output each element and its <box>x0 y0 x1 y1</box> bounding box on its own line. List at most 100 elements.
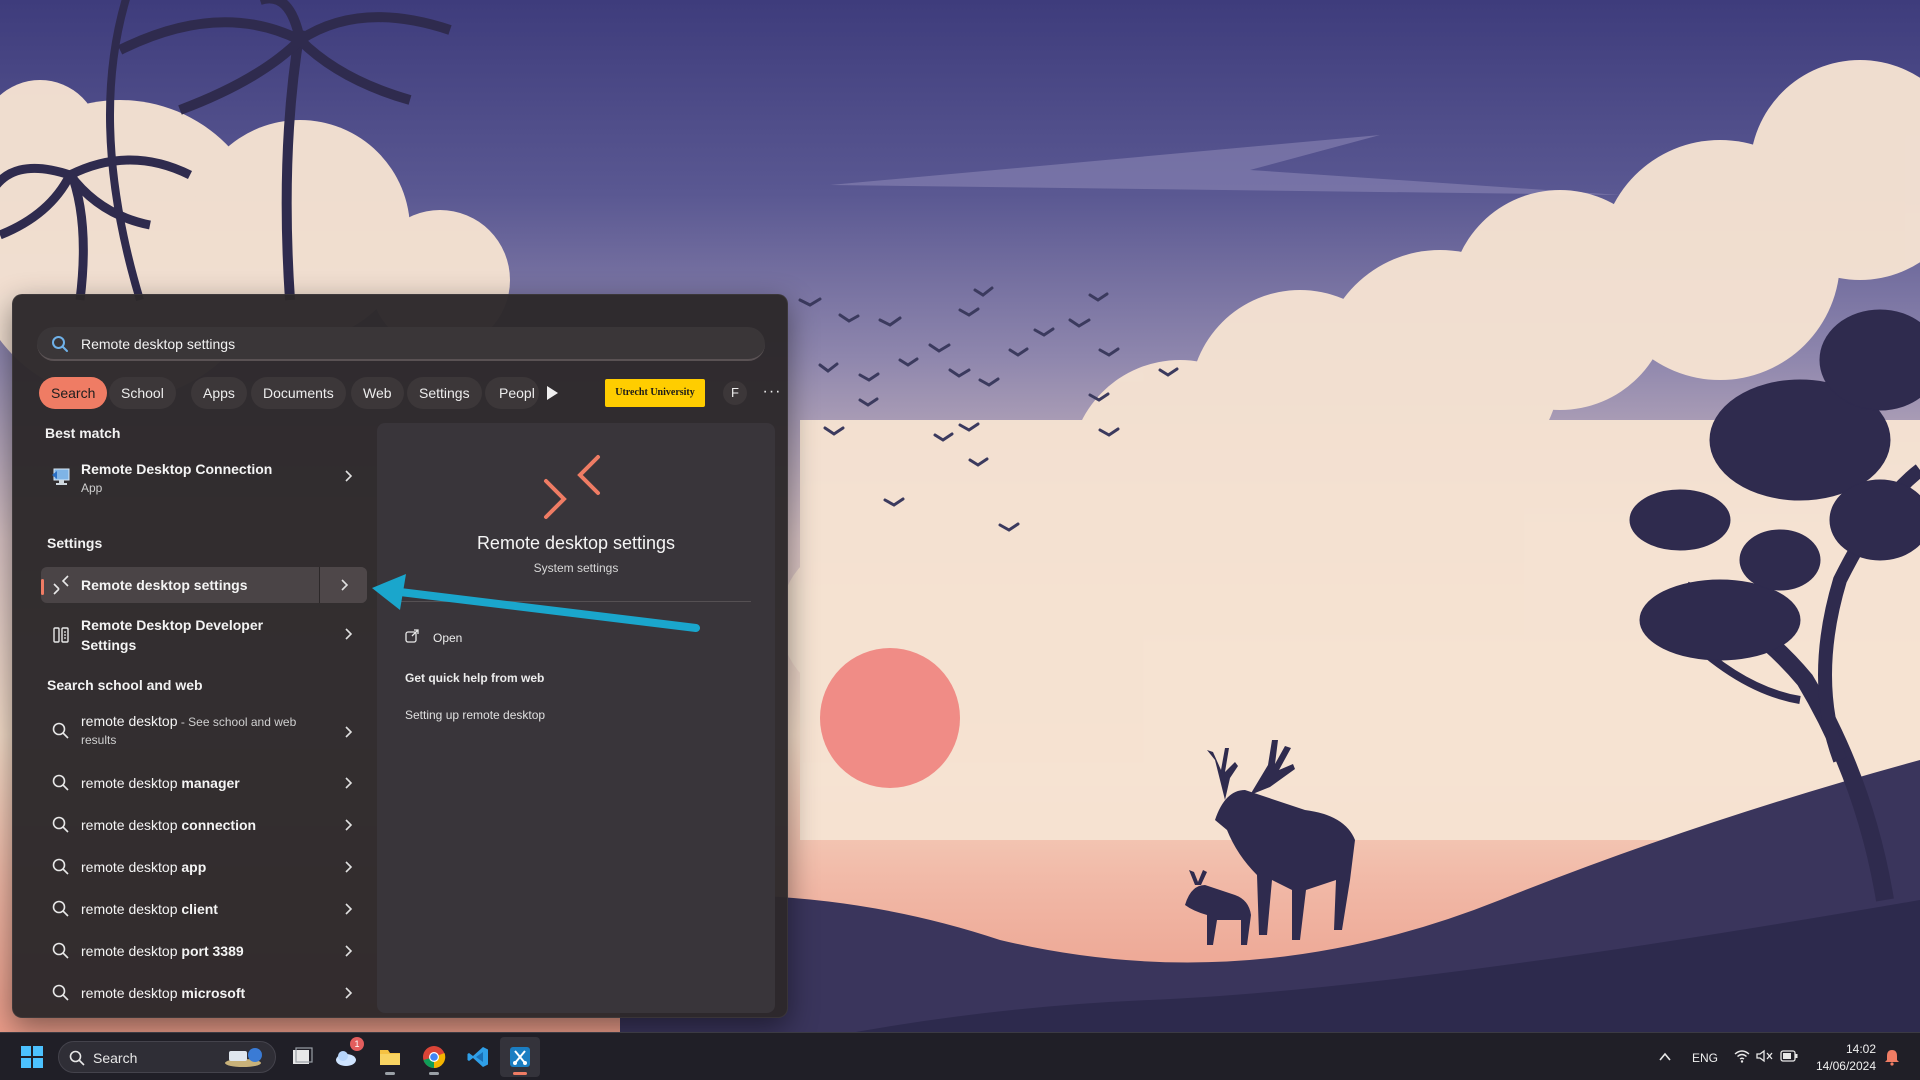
weather-widget-button[interactable]: 1 <box>326 1037 366 1077</box>
notification-bell-icon[interactable] <box>1884 1048 1900 1066</box>
chrome-icon <box>423 1046 446 1069</box>
chrome-button[interactable] <box>414 1037 454 1077</box>
quick-help-heading: Get quick help from web <box>405 671 545 685</box>
web-result-hint: - See school and web <box>177 715 297 729</box>
chip-people[interactable]: Peopl <box>485 377 539 409</box>
suggestion-completion: client <box>181 901 218 917</box>
clock-date[interactable]: 14/06/2024 <box>1812 1059 1876 1073</box>
task-view-button[interactable] <box>282 1037 322 1077</box>
annotation-arrow <box>372 574 700 632</box>
search-icon <box>52 816 69 833</box>
web-suggestion-row[interactable]: remote desktop client <box>41 891 367 927</box>
file-explorer-button[interactable] <box>370 1037 410 1077</box>
chip-search[interactable]: Search <box>39 377 108 409</box>
snipping-tool-button[interactable] <box>500 1037 540 1077</box>
web-suggestion-row[interactable]: remote desktop manager <box>41 765 367 801</box>
clock-time[interactable]: 14:02 <box>1816 1042 1876 1056</box>
chevron-right-icon <box>345 903 353 915</box>
search-box[interactable]: Remote desktop settings <box>37 327 765 361</box>
suggestion-completion: manager <box>181 775 240 791</box>
preview-title: Remote desktop settings <box>476 533 676 553</box>
start-button[interactable] <box>12 1037 52 1077</box>
task-view-icon <box>293 1047 313 1064</box>
search-icon <box>52 858 69 875</box>
start-search-flyout: Remote desktop settings Search School Ap… <box>12 294 788 1018</box>
search-filter-chips: Search School Apps Documents Web Setting… <box>39 377 780 409</box>
web-suggestion-row[interactable]: remote desktop microsoft <box>41 975 367 1011</box>
language-indicator[interactable]: ENG <box>1692 1051 1718 1065</box>
windows-logo-icon <box>21 1046 43 1068</box>
wifi-icon[interactable] <box>1734 1049 1750 1063</box>
web-suggestion-row[interactable]: remote desktop port 3389 <box>41 933 367 969</box>
suggestion-prefix: remote desktop <box>81 943 182 959</box>
chip-documents[interactable]: Documents <box>251 377 346 409</box>
running-indicator <box>513 1072 527 1075</box>
suggestion-prefix: remote desktop <box>81 901 182 917</box>
vscode-button[interactable] <box>458 1037 498 1077</box>
folder-icon <box>380 1050 400 1065</box>
taskbar: Search 1 ENG 14:02 14/06/2024 <box>0 1032 1920 1080</box>
suggestion-prefix: remote desktop <box>81 817 182 833</box>
battery-icon[interactable] <box>1780 1050 1798 1062</box>
result-remote-desktop-developer-settings[interactable]: Remote Desktop Developer Settings <box>41 609 367 659</box>
vscode-icon <box>467 1047 488 1067</box>
search-icon <box>52 900 69 917</box>
account-avatar[interactable]: F <box>723 381 747 405</box>
taskbar-search-label: Search <box>93 1050 138 1066</box>
running-indicator <box>429 1072 439 1075</box>
search-icon <box>52 984 69 1001</box>
remote-desktop-large-icon <box>544 455 600 519</box>
remote-desktop-icon <box>53 575 69 595</box>
web-result-remote-desktop[interactable]: remote desktop - See school and web resu… <box>41 705 367 757</box>
chevron-right-icon <box>341 579 349 591</box>
developer-settings-icon <box>53 627 69 643</box>
help-link-setting-up-remote-desktop[interactable]: Setting up remote desktop <box>405 708 545 722</box>
organization-logo[interactable]: Utrecht University <box>605 379 705 407</box>
search-icon <box>52 336 68 352</box>
chip-web[interactable]: Web <box>351 377 404 409</box>
suggestion-prefix: remote desktop <box>81 985 182 1001</box>
search-icon <box>52 774 69 791</box>
search-icon <box>52 942 69 959</box>
suggestion-prefix: remote desktop <box>81 859 182 875</box>
chevron-right-icon <box>345 987 353 999</box>
suggestion-completion: microsoft <box>181 985 246 1001</box>
volume-muted-icon[interactable] <box>1756 1049 1774 1063</box>
chevron-right-icon <box>345 470 353 482</box>
chevron-right-icon <box>345 861 353 873</box>
more-options-button[interactable]: ··· <box>755 377 789 409</box>
suggestion-completion: app <box>181 859 207 875</box>
running-indicator <box>385 1072 395 1075</box>
chevron-right-icon <box>345 726 353 738</box>
result-remote-desktop-settings[interactable]: Remote desktop settings <box>41 567 367 603</box>
chevron-right-icon <box>345 819 353 831</box>
web-result-hint-line2: results <box>81 733 117 747</box>
search-highlight-icon <box>225 1048 262 1067</box>
web-result-query: remote desktop <box>81 713 178 729</box>
result-title: Remote desktop settings <box>81 577 248 593</box>
scroll-chips-right-icon[interactable] <box>545 385 559 401</box>
result-title-line1: Remote Desktop Developer <box>81 617 264 633</box>
snipping-tool-icon <box>510 1047 530 1067</box>
web-suggestion-row[interactable]: remote desktop connection <box>41 807 367 843</box>
suggestion-completion: connection <box>181 817 257 833</box>
chip-apps[interactable]: Apps <box>191 377 247 409</box>
result-remote-desktop-connection[interactable]: Remote Desktop Connection App <box>41 451 367 501</box>
taskbar-search[interactable]: Search <box>58 1041 276 1073</box>
settings-heading: Settings <box>47 535 103 551</box>
result-title: Remote Desktop Connection <box>81 461 273 477</box>
chip-school[interactable]: School <box>109 377 176 409</box>
best-match-heading: Best match <box>45 425 121 441</box>
chevron-right-icon <box>345 777 353 789</box>
suggestion-completion: port 3389 <box>181 943 244 959</box>
suggestion-prefix: remote desktop <box>81 775 182 791</box>
result-title-line2: Settings <box>81 637 137 653</box>
remote-desktop-connection-icon <box>52 468 70 485</box>
chip-settings[interactable]: Settings <box>407 377 482 409</box>
selection-indicator <box>41 579 44 595</box>
web-suggestion-row[interactable]: remote desktop app <box>41 849 367 885</box>
result-preview-pane: Remote desktop settings System settings … <box>377 423 775 1013</box>
chevron-right-icon <box>345 945 353 957</box>
search-icon <box>69 1050 85 1066</box>
chevron-up-icon[interactable] <box>1658 1051 1672 1063</box>
